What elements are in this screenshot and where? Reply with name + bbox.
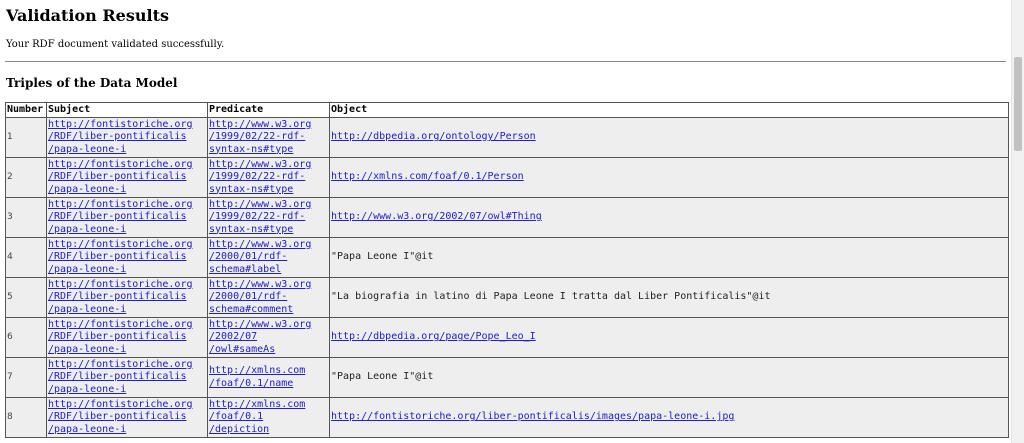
predicate-link[interactable]: http://xmlns.com /foaf/0.1 /depiction <box>209 399 305 435</box>
subject-cell: http://fontistoriche.org /RDF/liber-pont… <box>46 117 208 158</box>
subject-cell: http://fontistoriche.org /RDF/liber-pont… <box>46 197 208 238</box>
object-link[interactable]: http://www.w3.org/2002/07/owl#Thing <box>331 211 542 222</box>
vertical-scrollbar[interactable] <box>1011 0 1024 443</box>
subject-link[interactable]: http://fontistoriche.org /RDF/liber-pont… <box>48 119 193 155</box>
subject-link[interactable]: http://fontistoriche.org /RDF/liber-pont… <box>48 399 193 435</box>
predicate-link[interactable]: http://www.w3.org /2000/01/rdf- schema#c… <box>209 279 311 315</box>
predicate-cell: http://www.w3.org /1999/02/22-rdf- synta… <box>207 157 330 198</box>
subject-cell: http://fontistoriche.org /RDF/liber-pont… <box>46 157 208 198</box>
table-row: 5 http://fontistoriche.org /RDF/liber-po… <box>5 277 1009 318</box>
object-literal: "La biografia in latino di Papa Leone I … <box>331 291 771 303</box>
validation-status-message: Your RDF document validated successfully… <box>6 39 225 50</box>
table-row: 3 http://fontistoriche.org /RDF/liber-po… <box>5 197 1009 238</box>
object-link[interactable]: http://fontistoriche.org/liber-pontifica… <box>331 411 734 422</box>
subject-cell: http://fontistoriche.org /RDF/liber-pont… <box>46 237 208 278</box>
column-header-object: Object <box>329 102 1009 118</box>
column-header-subject: Subject <box>46 102 208 118</box>
predicate-link[interactable]: http://www.w3.org /1999/02/22-rdf- synta… <box>209 119 311 155</box>
object-link[interactable]: http://dbpedia.org/ontology/Person <box>331 131 536 142</box>
predicate-cell: http://www.w3.org /1999/02/22-rdf- synta… <box>207 197 330 238</box>
subject-link[interactable]: http://fontistoriche.org /RDF/liber-pont… <box>48 279 193 315</box>
table-row: 7 http://fontistoriche.org /RDF/liber-po… <box>5 357 1009 398</box>
subject-cell: http://fontistoriche.org /RDF/liber-pont… <box>46 317 208 358</box>
scrollbar-thumb[interactable] <box>1014 57 1022 151</box>
subject-link[interactable]: http://fontistoriche.org /RDF/liber-pont… <box>48 359 193 395</box>
subject-link[interactable]: http://fontistoriche.org /RDF/liber-pont… <box>48 199 193 235</box>
object-cell: http://fontistoriche.org/liber-pontifica… <box>329 397 1009 438</box>
subject-link[interactable]: http://fontistoriche.org /RDF/liber-pont… <box>48 239 193 275</box>
triple-number: 2 <box>5 157 47 198</box>
object-link[interactable]: http://dbpedia.org/page/Pope_Leo_I <box>331 331 536 342</box>
section-divider <box>5 61 1006 62</box>
subject-link[interactable]: http://fontistoriche.org /RDF/liber-pont… <box>48 159 193 195</box>
object-cell: "La biografia in latino di Papa Leone I … <box>329 277 1009 318</box>
table-row: 4 http://fontistoriche.org /RDF/liber-po… <box>5 237 1009 278</box>
predicate-cell: http://www.w3.org /2000/01/rdf- schema#c… <box>207 277 330 318</box>
object-link[interactable]: http://xmlns.com/foaf/0.1/Person <box>331 171 524 182</box>
predicate-cell: http://xmlns.com /foaf/0.1/name <box>207 357 330 398</box>
table-row: 8 http://fontistoriche.org /RDF/liber-po… <box>5 397 1009 438</box>
triples-header-row: Number Subject Predicate Object <box>5 102 1009 118</box>
object-cell: http://dbpedia.org/ontology/Person <box>329 117 1009 158</box>
table-row: 2 http://fontistoriche.org /RDF/liber-po… <box>5 157 1009 198</box>
triple-number: 7 <box>5 357 47 398</box>
predicate-link[interactable]: http://www.w3.org /1999/02/22-rdf- synta… <box>209 199 311 235</box>
triple-number: 8 <box>5 397 47 438</box>
triple-number: 1 <box>5 117 47 158</box>
predicate-link[interactable]: http://xmlns.com /foaf/0.1/name <box>209 365 305 389</box>
subject-cell: http://fontistoriche.org /RDF/liber-pont… <box>46 277 208 318</box>
object-literal: "Papa Leone I"@it <box>331 371 434 383</box>
triples-table: Number Subject Predicate Object 1 http:/… <box>5 102 1009 438</box>
object-cell: "Papa Leone I"@it <box>329 357 1009 398</box>
column-header-number: Number <box>5 102 47 118</box>
object-literal: "Papa Leone I"@it <box>331 251 434 263</box>
object-cell: http://www.w3.org/2002/07/owl#Thing <box>329 197 1009 238</box>
triple-number: 6 <box>5 317 47 358</box>
subject-link[interactable]: http://fontistoriche.org /RDF/liber-pont… <box>48 319 193 355</box>
triple-number: 4 <box>5 237 47 278</box>
predicate-link[interactable]: http://www.w3.org /1999/02/22-rdf- synta… <box>209 159 311 195</box>
predicate-link[interactable]: http://www.w3.org /2002/07 /owl#sameAs <box>209 319 311 355</box>
object-cell: http://xmlns.com/foaf/0.1/Person <box>329 157 1009 198</box>
predicate-cell: http://www.w3.org /1999/02/22-rdf- synta… <box>207 117 330 158</box>
validation-results-page: Validation Results Your RDF document val… <box>0 0 1011 443</box>
table-row: 6 http://fontistoriche.org /RDF/liber-po… <box>5 317 1009 358</box>
object-cell: "Papa Leone I"@it <box>329 237 1009 278</box>
object-cell: http://dbpedia.org/page/Pope_Leo_I <box>329 317 1009 358</box>
subject-cell: http://fontistoriche.org /RDF/liber-pont… <box>46 357 208 398</box>
triple-number: 3 <box>5 197 47 238</box>
predicate-cell: http://xmlns.com /foaf/0.1 /depiction <box>207 397 330 438</box>
predicate-cell: http://www.w3.org /2002/07 /owl#sameAs <box>207 317 330 358</box>
triples-section-title: Triples of the Data Model <box>6 76 178 90</box>
column-header-predicate: Predicate <box>207 102 330 118</box>
triple-number: 5 <box>5 277 47 318</box>
predicate-cell: http://www.w3.org /2000/01/rdf- schema#l… <box>207 237 330 278</box>
predicate-link[interactable]: http://www.w3.org /2000/01/rdf- schema#l… <box>209 239 311 275</box>
subject-cell: http://fontistoriche.org /RDF/liber-pont… <box>46 397 208 438</box>
page-title: Validation Results <box>6 6 169 25</box>
table-row: 1 http://fontistoriche.org /RDF/liber-po… <box>5 117 1009 158</box>
